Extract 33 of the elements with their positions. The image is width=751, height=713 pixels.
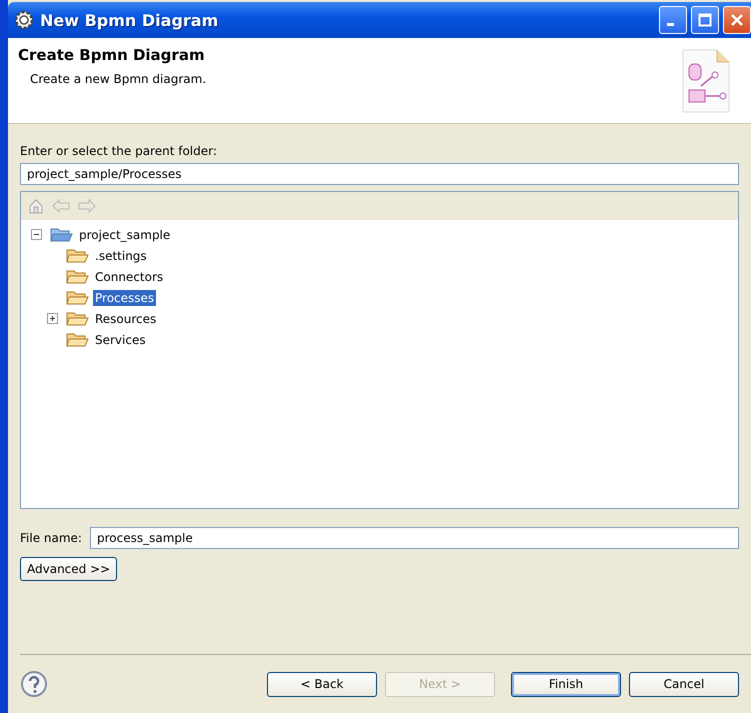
folder-field[interactable]: project_sample/Processes: [20, 163, 739, 185]
folder-icon: [65, 330, 89, 348]
minimize-button[interactable]: [659, 6, 687, 34]
minimize-icon: [667, 22, 674, 26]
maximize-button[interactable]: [691, 6, 719, 34]
folder-icon: [65, 310, 89, 328]
collapse-toggle[interactable]: [31, 229, 43, 240]
tree-item[interactable]: project_sample: [77, 226, 172, 242]
close-icon: [730, 13, 744, 27]
advanced-button[interactable]: Advanced >>: [20, 557, 118, 581]
expand-toggle[interactable]: [47, 313, 59, 324]
dialog-button[interactable]: < Back: [267, 672, 377, 696]
folder-label: Enter or select the parent folder:: [20, 144, 218, 158]
dialog-button[interactable]: Cancel: [629, 672, 739, 696]
project-folder-icon: [49, 226, 73, 244]
page-description: Create a new Bpmn diagram.: [30, 72, 208, 86]
page-title: Create Bpmn Diagram: [18, 46, 206, 64]
window-title: New Bpmn Diagram: [40, 10, 218, 30]
tree-item[interactable]: Services: [93, 332, 148, 348]
close-button[interactable]: [723, 6, 751, 34]
tree-item[interactable]: Processes: [93, 290, 156, 306]
folder-icon: [65, 246, 89, 264]
folder-icon: [65, 268, 89, 286]
folder-icon: [65, 288, 89, 306]
help-icon[interactable]: [20, 670, 48, 698]
file-name-label: File name:: [20, 531, 82, 545]
file-name-field[interactable]: process_sample: [90, 527, 739, 549]
maximize-icon: [698, 13, 712, 27]
dialog-button[interactable]: Finish: [511, 672, 621, 696]
tree-item[interactable]: .settings: [93, 248, 149, 264]
gear-icon: [14, 10, 34, 30]
tree-item[interactable]: Connectors: [93, 268, 166, 284]
tree-item[interactable]: Resources: [93, 310, 158, 326]
